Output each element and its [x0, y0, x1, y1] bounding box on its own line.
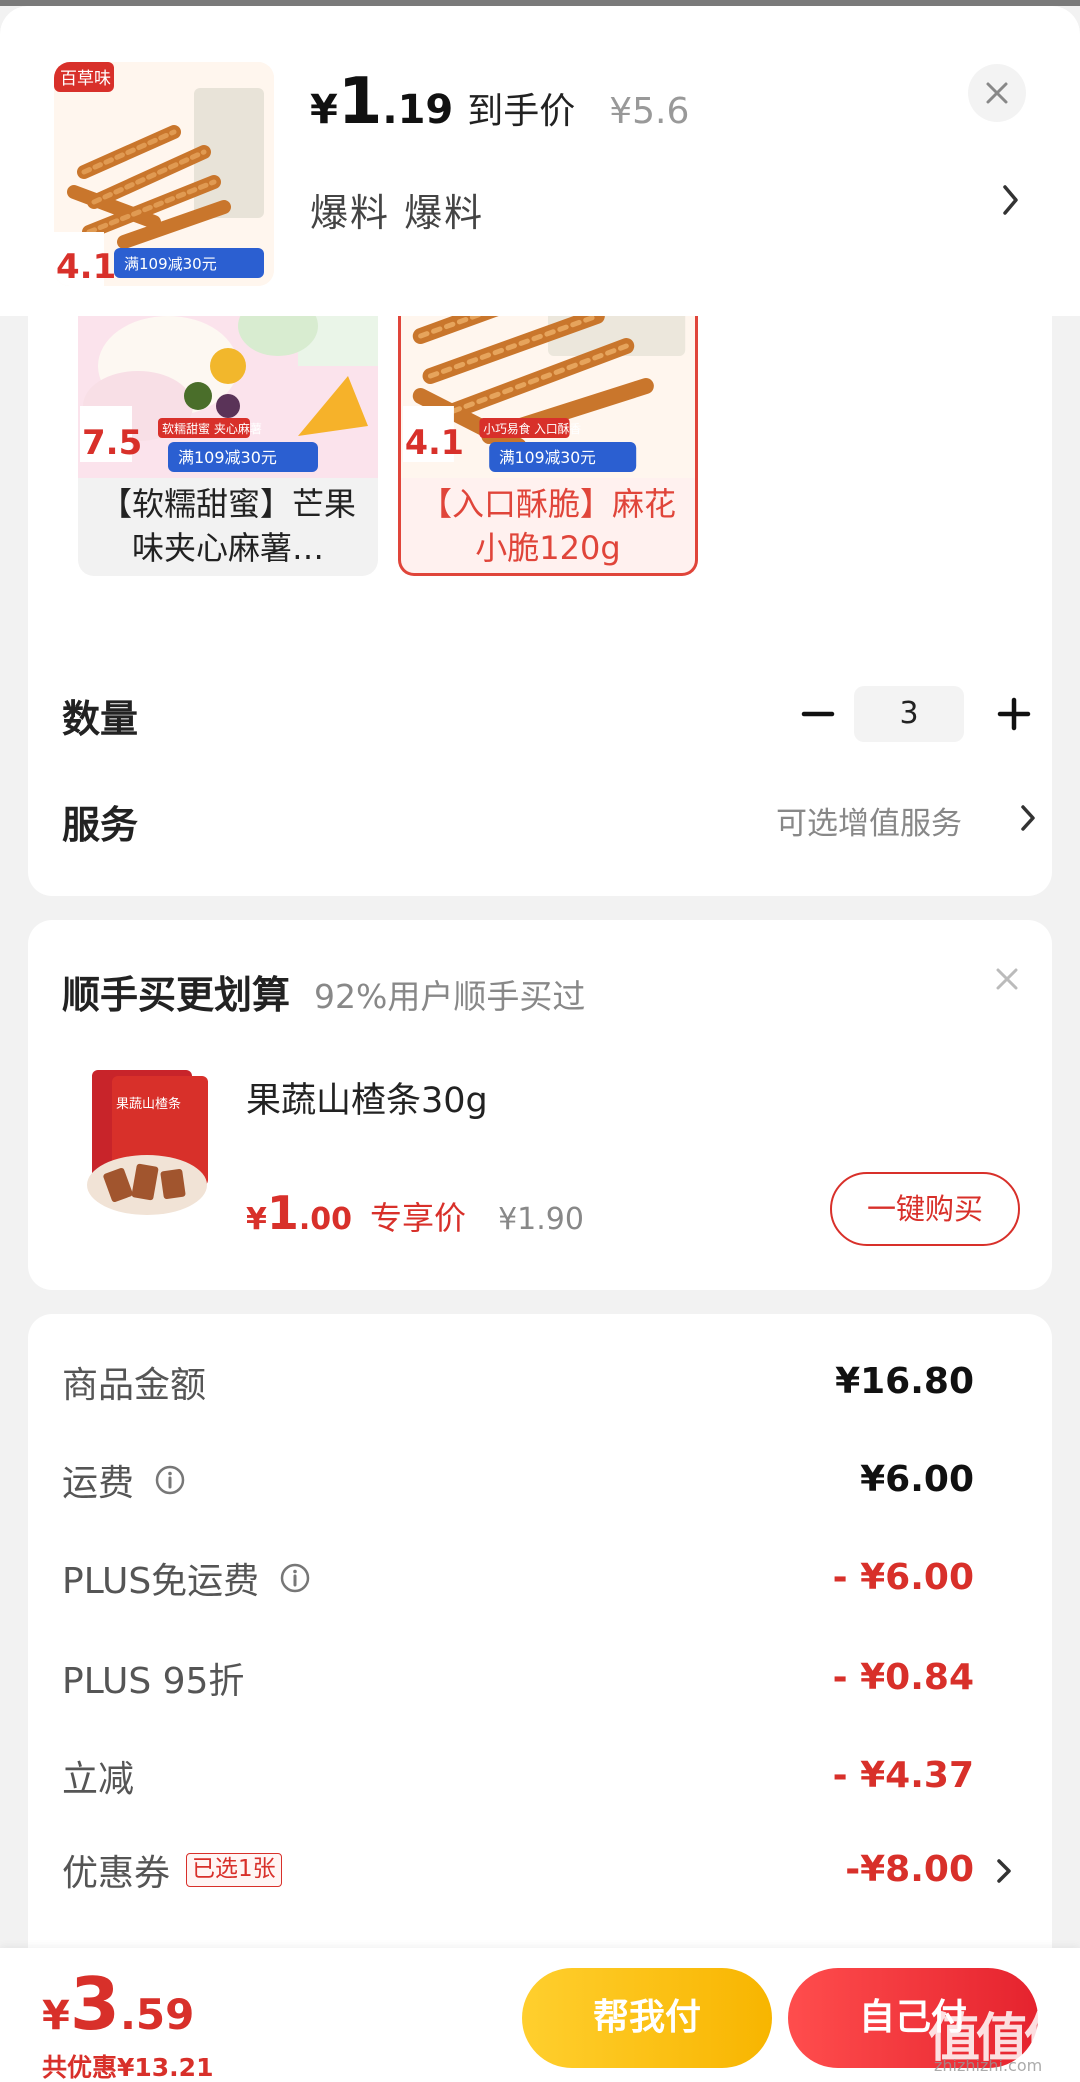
- one-click-buy-button[interactable]: 一键购买: [830, 1172, 1020, 1246]
- info-icon[interactable]: [154, 1464, 186, 1496]
- bundle-subtitle: 92%用户顺手买过: [314, 977, 586, 1016]
- spec-card: 7.5 软糯甜蜜 夹心麻薯 满109减30元 【软糯甜蜜】芒果味夹心麻薯… 4.…: [28, 246, 1052, 896]
- coupon-selected-badge: 已选1张: [186, 1853, 282, 1887]
- breakdown-value: - ¥4.37: [832, 1755, 974, 1796]
- price-currency: ¥: [42, 1993, 70, 2039]
- breakdown-row-plus-discount: PLUS 95折 - ¥0.84: [28, 1648, 1052, 1708]
- thumb-promo-text: 满109减30元: [124, 255, 217, 273]
- variant-badge-price: 4.1: [405, 423, 464, 462]
- watermark-url: zhizhizhi.com: [934, 2056, 1043, 2075]
- bundle-title: 顺手买更划算: [62, 973, 291, 1017]
- bundle-product-name[interactable]: 果蔬山楂条30g: [246, 1072, 488, 1123]
- info-icon[interactable]: [279, 1562, 311, 1594]
- selected-spec[interactable]: 爆料 爆料: [310, 182, 484, 237]
- bundle-pack-text: 果蔬山楂条: [116, 1096, 181, 1112]
- help-me-pay-button[interactable]: 帮我付: [522, 1968, 772, 2068]
- quantity-increment-button[interactable]: [990, 690, 1038, 738]
- close-icon: [986, 82, 1008, 104]
- price-currency: ¥: [246, 1202, 267, 1237]
- sheet-header: 百草味 4.1 满109减30元 ¥ 1 .19 到手价 ¥5.6 爆料 爆料: [0, 6, 1080, 316]
- service-value[interactable]: 可选增值服务: [776, 798, 962, 843]
- checkout-bar: ¥ 3 .59 共优惠¥13.21 帮我付 自己付: [0, 1948, 1080, 2082]
- service-label: 服务: [62, 803, 139, 847]
- breakdown-label: 运费: [62, 1463, 135, 1504]
- original-price: ¥1.90: [498, 1202, 584, 1237]
- chevron-right-icon[interactable]: [1000, 182, 1022, 222]
- variant-promo: 满109减30元: [178, 448, 277, 467]
- bundle-price: ¥ 1 .00 专享价 ¥1.90: [246, 1190, 584, 1239]
- breakdown-value: ¥16.80: [835, 1361, 974, 1402]
- thumb-brand-text: 百草味: [60, 69, 111, 89]
- minus-icon: [801, 711, 835, 717]
- product-thumbnail: 百草味 4.1 满109减30元: [54, 62, 274, 286]
- breakdown-label: PLUS免运费: [62, 1561, 260, 1602]
- variant-promo: 满109减30元: [499, 448, 596, 467]
- breakdown-row-instant-discount: 立减 - ¥4.37: [28, 1746, 1052, 1806]
- breakdown-row-subtotal: 商品金额 ¥16.80: [28, 1352, 1052, 1412]
- quantity-input[interactable]: 3: [854, 686, 964, 742]
- breakdown-value: - ¥0.84: [832, 1657, 974, 1698]
- original-price: ¥5.6: [609, 91, 690, 132]
- bundle-product-image: 果蔬山楂条: [87, 1070, 208, 1215]
- price-currency: ¥: [310, 87, 338, 133]
- variant-label: 【软糯甜蜜】芒果味夹心麻薯…: [99, 485, 356, 567]
- thumb-badge-price: 4.1: [56, 247, 116, 286]
- quantity-label: 数量: [62, 697, 139, 741]
- variant-badge-price: 7.5: [82, 423, 142, 463]
- bundle-card: 顺手买更划算 92%用户顺手买过 果蔬山楂条 果蔬山楂条30g ¥ 1 .00 …: [28, 920, 1052, 1290]
- purchase-sheet: 百草味 4.1 满109减30元 ¥ 1 .19 到手价 ¥5.6 爆料 爆料 …: [0, 6, 1080, 2082]
- quantity-decrement-button[interactable]: [794, 690, 842, 738]
- breakdown-row-plus-shipping: PLUS免运费 - ¥6.00: [28, 1548, 1052, 1608]
- breakdown-row-coupon[interactable]: 优惠券 已选1张 -¥8.00: [28, 1840, 1052, 1900]
- close-button[interactable]: [968, 64, 1026, 122]
- total-price: ¥ 3 .59: [42, 1968, 194, 2040]
- breakdown-label: 立减: [62, 1759, 135, 1800]
- price-integer: 1: [266, 1186, 299, 1240]
- final-price: ¥ 1 .19 到手价 ¥5.6: [310, 70, 689, 134]
- price-label: 到手价: [467, 91, 576, 132]
- chevron-right-icon[interactable]: [994, 1856, 1014, 1890]
- variant-tag: 软糯甜蜜 夹心麻薯: [162, 421, 262, 436]
- price-integer: 3: [69, 1962, 120, 2046]
- plus-icon: [997, 697, 1031, 731]
- breakdown-row-shipping: 运费 ¥6.00: [28, 1450, 1052, 1510]
- variant-label: 【入口酥脆】麻花小脆120g: [419, 485, 676, 567]
- chevron-right-icon[interactable]: [1018, 802, 1038, 838]
- breakdown-label: 商品金额: [62, 1365, 207, 1406]
- price-decimal: .00: [298, 1202, 353, 1237]
- breakdown-value: -¥8.00: [845, 1849, 974, 1890]
- variant-tag: 小巧易食 入口酥香: [483, 422, 581, 436]
- breakdown-value: - ¥6.00: [832, 1557, 974, 1598]
- price-decimal: .19: [382, 87, 454, 133]
- price-integer: 1: [337, 65, 383, 139]
- close-icon[interactable]: [994, 966, 1020, 996]
- breakdown-value: ¥6.00: [860, 1459, 974, 1500]
- total-savings: 共优惠¥13.21: [42, 2053, 214, 2082]
- breakdown-label: PLUS 95折: [62, 1661, 245, 1702]
- price-decimal: .59: [119, 1990, 195, 2039]
- price-label: 专享价: [370, 1199, 467, 1237]
- breakdown-label: 优惠券: [62, 1853, 171, 1894]
